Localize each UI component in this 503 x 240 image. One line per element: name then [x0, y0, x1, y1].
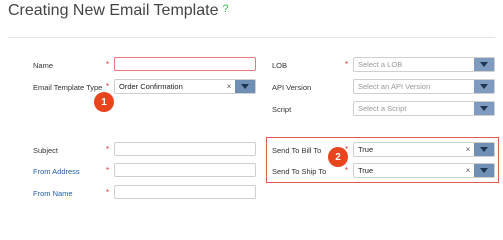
send-to-bill-to-select[interactable]: True ×: [353, 142, 495, 157]
lob-select[interactable]: Select a LOB: [353, 57, 495, 72]
from-name-input[interactable]: [114, 185, 256, 199]
name-label: Name: [33, 61, 54, 70]
lob-label: LOB: [272, 61, 288, 70]
api-version-label: API Version: [272, 83, 312, 92]
script-placeholder: Select a Script: [358, 104, 407, 113]
lob-placeholder: Select a LOB: [358, 60, 403, 69]
chevron-down-icon[interactable]: [474, 102, 494, 115]
callout-badge-2: 2: [328, 147, 348, 167]
email-template-type-required-marker: *: [106, 82, 110, 91]
name-required-marker: *: [106, 60, 110, 69]
email-template-type-label: Email Template Type: [33, 83, 103, 92]
api-version-placeholder: Select an API Version: [358, 82, 431, 91]
send-to-ship-to-select[interactable]: True ×: [353, 163, 495, 178]
lob-required-marker: *: [345, 60, 349, 69]
send-to-ship-to-required-marker: *: [345, 166, 349, 175]
from-name-label[interactable]: From Name: [33, 189, 73, 198]
page-title: Creating New Email Template?: [8, 2, 229, 19]
email-template-type-value: Order Confirmation: [119, 82, 183, 91]
from-address-required-marker: *: [106, 166, 110, 175]
send-to-ship-to-label: Send To Ship To: [272, 167, 327, 176]
name-input[interactable]: [114, 57, 256, 71]
subject-label: Subject: [33, 146, 59, 155]
send-to-bill-to-label: Send To Bill To: [272, 146, 322, 155]
from-address-label[interactable]: From Address: [33, 167, 80, 176]
header-divider: [8, 37, 495, 38]
from-address-input[interactable]: [114, 163, 256, 177]
send-to-ship-to-value: True: [358, 166, 374, 175]
chevron-down-icon[interactable]: [474, 58, 494, 71]
clear-icon[interactable]: ×: [462, 143, 474, 156]
help-circle-icon[interactable]: ?: [222, 3, 228, 15]
subject-required-marker: *: [106, 145, 110, 154]
email-template-type-select[interactable]: Order Confirmation ×: [114, 79, 256, 94]
chevron-down-icon[interactable]: [474, 143, 494, 156]
from-name-required-marker: *: [106, 188, 110, 197]
api-version-select[interactable]: Select an API Version: [353, 79, 495, 94]
clear-icon[interactable]: ×: [462, 164, 474, 177]
script-label: Script: [272, 105, 292, 114]
chevron-down-icon[interactable]: [235, 80, 255, 93]
clear-icon[interactable]: ×: [223, 80, 235, 93]
chevron-down-icon[interactable]: [474, 80, 494, 93]
script-select[interactable]: Select a Script: [353, 101, 495, 116]
send-to-bill-to-value: True: [358, 145, 374, 154]
subject-input[interactable]: [114, 142, 256, 156]
chevron-down-icon[interactable]: [474, 164, 494, 177]
callout-badge-1: 1: [94, 92, 114, 112]
